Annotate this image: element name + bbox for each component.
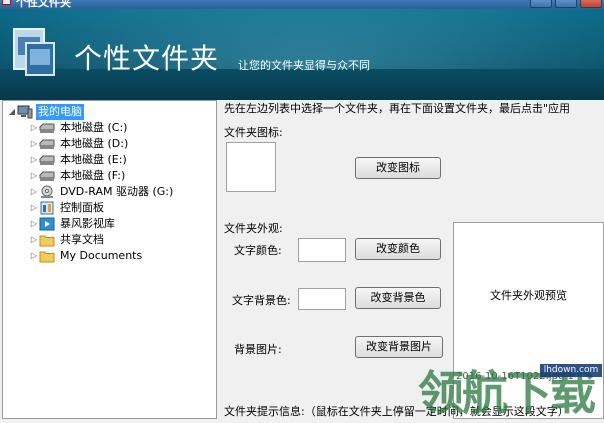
drive-icon [39, 123, 55, 133]
close-button[interactable] [580, 0, 602, 8]
tree-item-drive-f[interactable]: ▷ 本地磁盘 (F:) [29, 168, 127, 184]
tree-item-label: 共享文档 [60, 233, 104, 246]
tree-item-drive-c[interactable]: ▷ 本地磁盘 (C:) [29, 120, 129, 136]
dvd-icon [41, 185, 53, 198]
expand-arrow-icon[interactable]: ▷ [29, 168, 39, 184]
tree-item-label: DVD-RAM 驱动器 (G:) [60, 185, 174, 198]
app-title: 个性文件夹 [74, 42, 220, 75]
folder-icon [39, 251, 55, 263]
folder-icon [39, 235, 55, 247]
tree-item-label: 暴风影视库 [60, 217, 115, 230]
folder-logo-icon [13, 28, 55, 76]
text-color-label: 文字颜色: [234, 244, 282, 257]
text-bg-color-label: 文字背景色: [232, 294, 291, 307]
tree-item-my-documents[interactable]: ▷ My Documents [29, 248, 144, 264]
expand-arrow-icon[interactable]: ▷ [29, 184, 39, 200]
tree-item-drive-e[interactable]: ▷ 本地磁盘 (E:) [29, 152, 129, 168]
header-banner: 个性文件夹 让您的文件夹显得与众不同 [0, 9, 604, 100]
tree-item-dvd-drive[interactable]: ▷ DVD-RAM 驱动器 (G:) [29, 184, 175, 200]
expand-arrow-icon[interactable]: ▷ [29, 152, 39, 168]
text-color-swatch[interactable] [298, 238, 346, 262]
change-icon-button[interactable]: 改变图标 [355, 157, 441, 179]
folder-appearance-label: 文件夹外观: [224, 222, 283, 235]
media-library-icon [39, 217, 55, 231]
change-bg-image-button[interactable]: 改变背景图片 [355, 336, 443, 358]
instruction-text: 先在左边列表中选择一个文件夹，再在下面设置文件夹，最后点击"应用 [224, 102, 571, 115]
control-panel-icon [40, 201, 54, 215]
computer-icon [17, 105, 33, 119]
collapse-arrow-icon[interactable]: ◢ [7, 104, 17, 120]
window-title: 个性文件夹 [16, 0, 71, 9]
tree-item-shared-docs[interactable]: ▷ 共享文档 [29, 232, 106, 248]
expand-arrow-icon[interactable]: ▷ [29, 248, 39, 264]
minimize-button[interactable] [530, 0, 552, 8]
drive-icon [39, 155, 55, 165]
expand-arrow-icon[interactable]: ▷ [29, 136, 39, 152]
tree-item-label: 我的电脑 [36, 104, 84, 120]
maximize-button[interactable] [555, 0, 577, 8]
expand-arrow-icon[interactable]: ▷ [29, 120, 39, 136]
expand-arrow-icon[interactable]: ▷ [29, 232, 39, 248]
window-titlebar: 个性文件夹 [0, 0, 604, 9]
tree-item-label: 本地磁盘 (E:) [60, 153, 127, 166]
watermark-url: lhdown.com [540, 364, 602, 377]
drive-icon [39, 171, 55, 181]
folder-tree[interactable]: ◢ 我的电脑 ▷ 本地磁盘 (C:) ▷ 本地磁盘 (D:) ▷ 本地磁盘 (E… [2, 100, 217, 419]
app-subtitle: 让您的文件夹显得与众不同 [238, 59, 370, 72]
tree-item-media-library[interactable]: ▷ 暴风影视库 [29, 216, 117, 232]
tree-item-label: 本地磁盘 (F:) [60, 169, 126, 182]
drive-icon [39, 139, 55, 149]
expand-arrow-icon[interactable]: ▷ [29, 216, 39, 232]
expand-arrow-icon[interactable]: ▷ [29, 200, 39, 216]
tree-item-my-computer[interactable]: ◢ 我的电脑 [7, 104, 84, 120]
tree-item-drive-d[interactable]: ▷ 本地磁盘 (D:) [29, 136, 130, 152]
folder-icon-label: 文件夹图标: [224, 126, 283, 139]
app-icon [2, 0, 11, 5]
tree-item-label: My Documents [60, 249, 143, 262]
tree-item-label: 控制面板 [60, 201, 104, 214]
bg-image-label: 背景图片: [234, 343, 282, 356]
change-bg-color-button[interactable]: 改变背景色 [355, 287, 441, 309]
change-color-button[interactable]: 改变颜色 [355, 238, 441, 260]
tree-item-control-panel[interactable]: ▷ 控制面板 [29, 200, 106, 216]
tree-item-label: 本地磁盘 (C:) [60, 121, 128, 134]
tree-item-label: 本地磁盘 (D:) [60, 137, 129, 150]
text-bg-color-swatch[interactable] [298, 288, 346, 310]
folder-icon-preview [226, 142, 276, 192]
preview-label: 文件夹外观预览 [490, 289, 567, 302]
